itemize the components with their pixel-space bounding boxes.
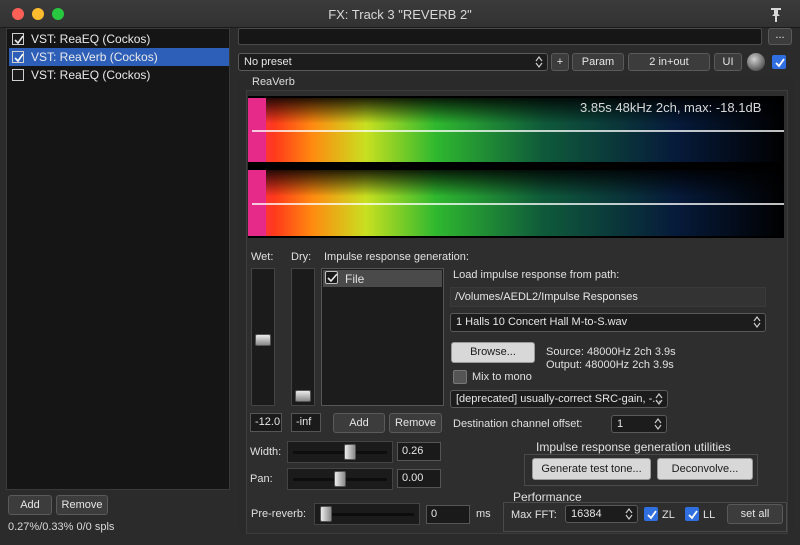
fx-chain-list[interactable]: VST: ReaEQ (Cockos) VST: ReaVerb (Cockos… (6, 28, 230, 490)
checkmark-icon (327, 273, 338, 283)
dry-label: Dry: (291, 251, 312, 263)
ir-file-select[interactable]: 1 Halls 10 Concert Hall M-to-S.wav (450, 313, 766, 332)
fx-item-label: VST: ReaEQ (Cockos) (31, 68, 151, 82)
plugin-name: ReaVerb (252, 76, 295, 88)
prereverb-slider[interactable] (314, 503, 420, 525)
updown-arrows-icon (655, 393, 663, 405)
ir-file-value: 1 Halls 10 Concert Hall M-to-S.wav (456, 316, 628, 328)
impulse-response-display (248, 96, 784, 238)
checkmark-icon (688, 510, 698, 520)
src-mode-value: [deprecated] usually-correct SRC-gain, -… (456, 393, 662, 405)
ir-utils-label: Impulse response generation utilities (536, 440, 731, 454)
source-info: Source: 48000Hz 2ch 3.9s (546, 346, 676, 358)
checkmark-icon (14, 35, 24, 45)
fx-item-reaeq-1[interactable]: VST: ReaEQ (Cockos) (9, 30, 229, 48)
maxfft-select[interactable]: 16384 (565, 505, 638, 523)
zl-label: ZL (662, 509, 675, 521)
ir-path-field[interactable]: /Volumes/AEDL2/Impulse Responses (450, 287, 766, 307)
zl-checkbox[interactable] (644, 507, 658, 521)
ir-generation-list[interactable]: File (321, 268, 444, 406)
generate-test-tone-button[interactable]: Generate test tone... (532, 458, 651, 480)
width-slider[interactable] (287, 441, 393, 463)
ir-generation-label: Impulse response generation: (324, 251, 469, 263)
prereverb-value[interactable]: 0 (426, 505, 470, 524)
ir-spectrogram (248, 98, 784, 236)
preset-select[interactable]: No preset (238, 53, 548, 71)
io-routing-button[interactable]: 2 in+out (628, 53, 710, 71)
pin-icon[interactable] (766, 4, 786, 24)
prereverb-label: Pre-reverb: (251, 508, 307, 520)
updown-arrows-icon (753, 316, 761, 328)
ll-label: LL (703, 509, 716, 521)
fx-enable-checkbox[interactable] (12, 69, 24, 81)
browse-button[interactable]: Browse... (451, 342, 535, 363)
ir-info: 3.85s 48kHz 2ch, max: -18.1dB (580, 100, 762, 115)
ir-item-label: File (345, 272, 365, 286)
maxfft-label: Max FFT: (511, 509, 557, 521)
width-value[interactable]: 0.26 (397, 442, 441, 461)
dest-offset-select[interactable]: 1 (611, 415, 667, 433)
fx-item-reaeq-2[interactable]: VST: ReaEQ (Cockos) (9, 66, 229, 84)
pan-label: Pan: (250, 473, 273, 485)
output-info: Output: 48000Hz 2ch 3.9s (546, 359, 674, 371)
deconvolve-button[interactable]: Deconvolve... (657, 458, 753, 480)
updown-arrows-icon (535, 56, 543, 68)
add-ir-button[interactable]: Add (333, 413, 385, 433)
checkmark-icon (14, 53, 24, 63)
dest-offset-value: 1 (617, 418, 624, 430)
pan-value[interactable]: 0.00 (397, 469, 441, 488)
fx-name-field[interactable] (238, 28, 762, 45)
add-fx-button[interactable]: Add (8, 495, 52, 515)
pan-slider-thumb[interactable] (334, 471, 346, 487)
wet-slider[interactable] (251, 268, 275, 406)
ms-label: ms (476, 508, 491, 520)
more-button[interactable]: ... (768, 28, 792, 45)
width-label: Width: (250, 446, 282, 458)
src-mode-select[interactable]: [deprecated] usually-correct SRC-gain, -… (450, 390, 668, 408)
updown-arrows-icon (625, 508, 633, 520)
wet-slider-thumb[interactable] (255, 334, 271, 346)
pan-slider[interactable] (287, 468, 393, 490)
fx-item-label: VST: ReaVerb (Cockos) (31, 50, 158, 64)
mix-to-mono-label: Mix to mono (472, 371, 532, 383)
wet-label: Wet: (251, 251, 274, 263)
prereverb-slider-thumb[interactable] (320, 506, 332, 522)
dry-value[interactable]: -inf (291, 413, 321, 432)
ir-item-enable-checkbox[interactable] (325, 271, 338, 284)
updown-arrows-icon (654, 418, 662, 430)
dry-slider[interactable] (291, 268, 315, 406)
set-all-button[interactable]: set all (727, 504, 783, 524)
mix-to-mono-checkbox[interactable] (453, 370, 467, 384)
dest-offset-label: Destination channel offset: (453, 418, 583, 430)
checkmark-icon (775, 58, 785, 68)
knob-icon[interactable] (747, 53, 765, 71)
ll-checkbox[interactable] (685, 507, 699, 521)
dry-slider-thumb[interactable] (295, 390, 311, 402)
wet-value[interactable]: -12.0 (250, 413, 282, 432)
window-title: FX: Track 3 "REVERB 2" (328, 7, 472, 22)
width-slider-thumb[interactable] (344, 444, 356, 460)
fx-enable-checkbox[interactable] (12, 33, 24, 45)
cpu-status: 0.27%/0.33% 0/0 spls (8, 521, 115, 533)
param-button[interactable]: Param (572, 53, 624, 71)
checkmark-icon (647, 510, 657, 520)
ui-button[interactable]: UI (714, 53, 742, 71)
add-preset-button[interactable]: + (551, 53, 569, 71)
preset-value: No preset (244, 56, 292, 68)
fx-item-reaverb[interactable]: VST: ReaVerb (Cockos) (9, 48, 229, 66)
fx-enable-checkbox[interactable] (12, 51, 24, 63)
fx-bypass-checkbox[interactable] (772, 55, 786, 69)
remove-ir-button[interactable]: Remove (389, 413, 442, 433)
load-path-label: Load impulse response from path: (453, 269, 620, 281)
fx-item-label: VST: ReaEQ (Cockos) (31, 32, 151, 46)
maxfft-value: 16384 (571, 508, 602, 520)
ir-list-item-file[interactable]: File (323, 270, 442, 287)
remove-fx-button[interactable]: Remove (56, 495, 108, 515)
